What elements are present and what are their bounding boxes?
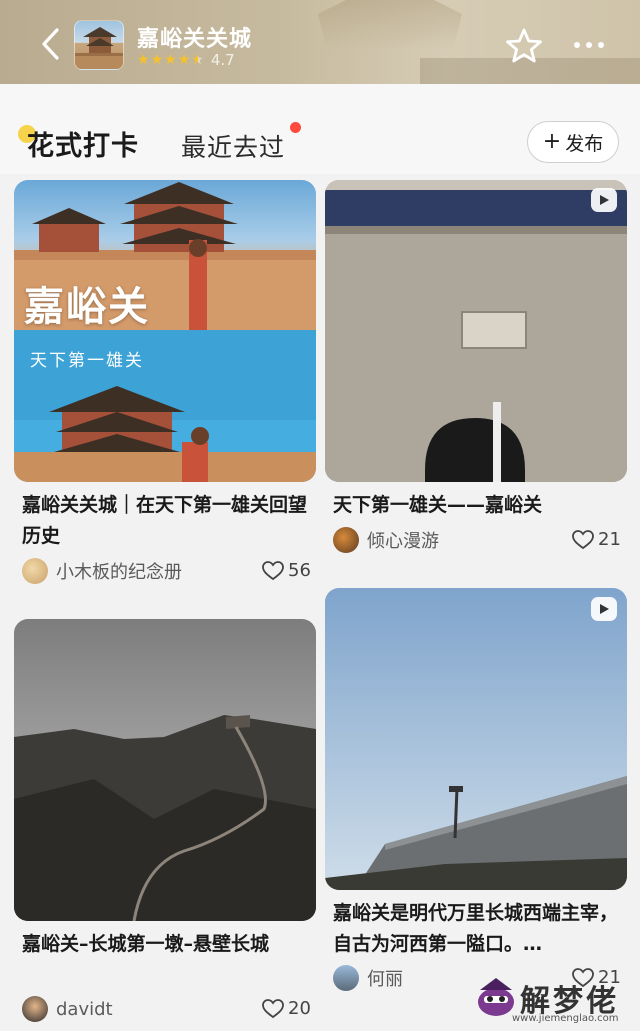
watermark-url: www.jiemenglao.com [512, 1013, 619, 1024]
play-icon [600, 195, 609, 205]
poi-thumbnail[interactable] [74, 20, 124, 70]
like-count: 20 [288, 998, 311, 1019]
like-button[interactable]: 56 [262, 560, 311, 581]
rating-stars: ★ ★ ★ ★ ★ 4.7 [137, 51, 235, 69]
tab-recent[interactable]: 最近去过 [181, 128, 285, 164]
more-icon [574, 42, 580, 48]
author-name: 何丽 [367, 969, 403, 990]
star-icon: ★ [150, 52, 164, 68]
author-name: 倾心漫游 [367, 531, 439, 552]
star-icon: ★ [137, 52, 150, 68]
plus-icon: + [542, 129, 562, 154]
mountain-wall-art [14, 619, 316, 921]
heart-icon [262, 998, 284, 1018]
post-author[interactable]: 何丽 [333, 965, 403, 991]
author-name: 小木板的纪念册 [56, 562, 182, 583]
post-title[interactable]: 嘉峪关–长城第一墩–悬壁长城 [22, 929, 312, 991]
play-icon [600, 604, 609, 614]
header-background-tower [318, 0, 462, 50]
post-title[interactable]: 嘉峪关关城｜在天下第一雄关回望历史 [22, 490, 312, 552]
video-badge [591, 597, 617, 621]
heart-icon [572, 529, 594, 549]
post-image[interactable] [14, 619, 316, 921]
post-image[interactable]: 嘉峪关 天下第一雄关 [14, 180, 316, 482]
star-outline-icon [506, 28, 542, 63]
avatar [333, 965, 359, 991]
more-button[interactable] [569, 32, 609, 58]
avatar [22, 558, 48, 584]
like-button[interactable]: 21 [572, 529, 621, 550]
post-author[interactable]: davidt [22, 996, 113, 1022]
star-icon: ★ [177, 52, 191, 68]
favorite-button[interactable] [505, 27, 543, 65]
post-image[interactable] [325, 180, 627, 482]
more-icon-dot [586, 42, 592, 48]
gate-wall-art [325, 180, 627, 482]
poi-name: 嘉峪关关城 [137, 27, 253, 52]
star-icon: ★ [164, 52, 177, 68]
back-button[interactable] [34, 24, 66, 64]
rating-value: 4.7 [210, 51, 235, 69]
post-title[interactable]: 嘉峪关是明代万里长城西端主宰，自古为河西第一隘口。… [333, 898, 623, 960]
author-name: davidt [56, 998, 113, 1020]
avatar [22, 996, 48, 1022]
post-title[interactable]: 天下第一雄关——嘉峪关 [333, 490, 623, 521]
like-count: 21 [598, 529, 621, 550]
image-text-title: 嘉峪关 [24, 283, 150, 330]
back-icon [42, 28, 59, 60]
publish-label: 发布 [565, 132, 604, 155]
post-image[interactable] [325, 588, 627, 890]
more-icon-dot [598, 42, 604, 48]
video-badge [591, 188, 617, 212]
publish-button[interactable]: + 发布 [527, 121, 619, 163]
notification-dot [290, 122, 301, 133]
post-author[interactable]: 小木板的纪念册 [22, 558, 182, 584]
gate-tower-image [75, 27, 123, 69]
heart-icon [262, 560, 284, 580]
image-text-subtitle: 天下第一雄关 [30, 351, 144, 371]
tab-checkin[interactable]: 花式打卡 [27, 124, 139, 163]
sky-wall-art [325, 588, 627, 890]
avatar [333, 527, 359, 553]
like-count: 56 [288, 560, 311, 581]
like-button[interactable]: 20 [262, 998, 311, 1019]
half-star-icon: ★ [191, 52, 204, 68]
post-author[interactable]: 倾心漫游 [333, 527, 439, 553]
